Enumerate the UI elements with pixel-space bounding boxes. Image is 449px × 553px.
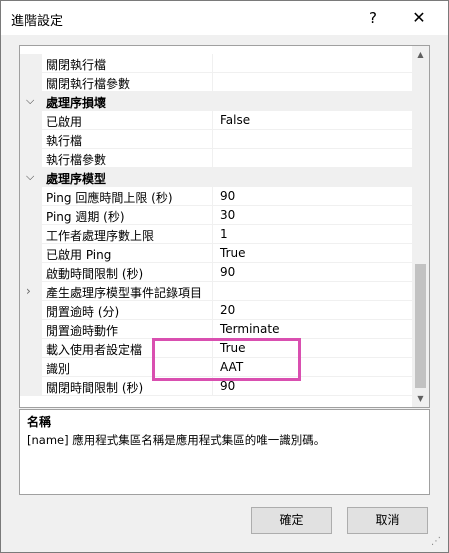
expand-chevron-icon[interactable]: › (26, 284, 31, 298)
category-label: 處理序損壞 (46, 96, 107, 110)
property-name: 閒置逾時動作 (46, 324, 119, 338)
column-divider (212, 263, 213, 282)
column-divider (212, 320, 213, 339)
description-text: [name] 應用程式集區名稱是應用程式集區的唯一識別碼。 (27, 433, 326, 447)
property-row[interactable]: 工作者處理序數上限 1 (20, 225, 412, 244)
row-gutter (20, 111, 42, 130)
row-gutter (20, 339, 42, 358)
property-value[interactable]: 90 (220, 265, 235, 279)
property-name: 執行檔參數 (46, 153, 107, 167)
row-gutter (20, 54, 42, 73)
property-category[interactable]: ⌵ 處理序模型 (20, 168, 412, 187)
property-name: 閒置逾時 (分) (46, 305, 120, 319)
column-divider (212, 225, 213, 244)
property-row[interactable]: › 產生處理序模型事件記錄項目 (20, 282, 412, 301)
column-divider (212, 244, 213, 263)
resize-grip-icon[interactable]: ⋰ (431, 536, 445, 550)
scroll-up-icon[interactable]: ▲ (412, 46, 429, 63)
property-name: 已啟用 Ping (46, 248, 112, 262)
property-name: Ping 週期 (秒) (46, 210, 125, 224)
property-value[interactable]: True (220, 246, 246, 260)
property-row[interactable]: 啟動時間限制 (秒) 90 (20, 263, 412, 282)
row-gutter (20, 301, 42, 320)
column-divider (212, 282, 213, 301)
property-value[interactable]: Terminate (220, 322, 279, 336)
category-label: 處理序模型 (46, 172, 107, 186)
property-row[interactable]: 執行檔參數 (20, 149, 412, 168)
property-name: Ping 回應時間上限 (秒) (46, 191, 173, 205)
column-divider (212, 206, 213, 225)
column-divider (212, 187, 213, 206)
property-name: 啟動時間限制 (秒) (46, 267, 144, 281)
property-row[interactable]: 閒置逾時 (分) 20 (20, 301, 412, 320)
row-gutter (20, 377, 42, 396)
advanced-settings-dialog: 進階設定 ? ✕ 關閉執行檔關閉執行檔參數 ⌵ 處理序損壞已啟用 False 執行檔執行… (0, 0, 449, 553)
row-gutter (20, 244, 42, 263)
column-divider (212, 149, 213, 168)
row-gutter (20, 358, 42, 377)
description-panel: 名稱 [name] 應用程式集區名稱是應用程式集區的唯一識別碼。 (19, 409, 430, 495)
row-divider (42, 395, 412, 396)
vertical-scrollbar[interactable]: ▲ ▼ (412, 46, 429, 407)
property-value[interactable]: 20 (220, 303, 235, 317)
close-button[interactable]: ✕ (399, 5, 439, 31)
scroll-thumb[interactable] (415, 264, 426, 388)
row-gutter (20, 282, 42, 301)
property-name: 執行檔 (46, 134, 83, 148)
property-name: 產生處理序模型事件記錄項目 (46, 286, 203, 300)
dialog-title: 進階設定 (11, 14, 64, 29)
column-divider (212, 54, 213, 73)
row-gutter (20, 225, 42, 244)
property-row[interactable]: Ping 週期 (秒) 30 (20, 206, 412, 225)
row-gutter (20, 130, 42, 149)
column-divider (212, 130, 213, 149)
ok-button[interactable]: 確定 (251, 507, 332, 534)
property-value[interactable]: 1 (220, 227, 228, 241)
property-row[interactable]: Ping 回應時間上限 (秒) 90 (20, 187, 412, 206)
property-name: 關閉執行檔參數 (46, 77, 131, 91)
property-value[interactable]: 90 (220, 189, 235, 203)
property-value[interactable]: 90 (220, 379, 235, 393)
scroll-down-icon[interactable]: ▼ (412, 390, 429, 407)
cancel-button[interactable]: 取消 (347, 507, 428, 534)
property-value[interactable]: False (220, 113, 250, 127)
property-name: 關閉執行檔 (46, 58, 107, 72)
row-gutter (20, 73, 42, 92)
row-gutter (20, 320, 42, 339)
property-name: 工作者處理序數上限 (46, 229, 155, 243)
row-gutter (20, 206, 42, 225)
highlight-annotation (152, 338, 301, 381)
title-bar: 進階設定 ? ✕ (1, 1, 448, 35)
column-divider (212, 301, 213, 320)
property-row[interactable]: 關閉執行檔參數 (20, 73, 412, 92)
property-name: 已啟用 (46, 115, 83, 129)
row-gutter (20, 149, 42, 168)
property-row[interactable]: 已啟用 False (20, 111, 412, 130)
property-row[interactable]: 關閉執行檔 (20, 54, 412, 73)
collapse-chevron-icon[interactable]: ⌵ (26, 94, 34, 108)
property-name: 關閉時間限制 (秒) (46, 381, 144, 395)
property-row[interactable]: 已啟用 Ping True (20, 244, 412, 263)
column-divider (212, 111, 213, 130)
column-divider (212, 73, 213, 92)
help-button[interactable]: ? (361, 5, 385, 31)
collapse-chevron-icon[interactable]: ⌵ (26, 170, 34, 184)
row-gutter (20, 263, 42, 282)
property-value[interactable]: 30 (220, 208, 235, 222)
property-row[interactable]: 執行檔 (20, 130, 412, 149)
property-row[interactable]: 閒置逾時動作 Terminate (20, 320, 412, 339)
description-title: 名稱 (27, 415, 52, 429)
property-category[interactable]: ⌵ 處理序損壞 (20, 92, 412, 111)
row-gutter (20, 187, 42, 206)
